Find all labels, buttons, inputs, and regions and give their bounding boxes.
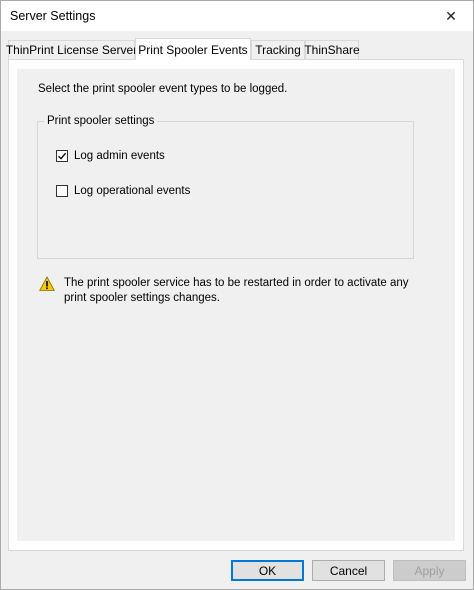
tab-tracking[interactable]: Tracking bbox=[251, 40, 305, 59]
cancel-button[interactable]: Cancel bbox=[312, 560, 385, 581]
tab-thinshare[interactable]: ThinShare bbox=[304, 40, 360, 59]
title-bar: Server Settings ✕ bbox=[1, 1, 473, 31]
log-operational-events-checkbox[interactable] bbox=[56, 185, 68, 197]
log-admin-events-row[interactable]: Log admin events bbox=[56, 150, 165, 162]
log-operational-events-row[interactable]: Log operational events bbox=[56, 185, 190, 197]
warning-text: The print spooler service has to be rest… bbox=[64, 277, 409, 304]
log-operational-events-label[interactable]: Log operational events bbox=[74, 185, 190, 197]
tab-thinprint-license-server[interactable]: ThinPrint License Server bbox=[6, 40, 137, 59]
group-title: Print spooler settings bbox=[44, 115, 158, 127]
intro-text: Select the print spooler event types to … bbox=[38, 83, 288, 95]
apply-button[interactable]: Apply bbox=[393, 560, 466, 581]
window-title: Server Settings bbox=[10, 9, 96, 23]
log-admin-events-label[interactable]: Log admin events bbox=[74, 150, 165, 162]
checkmark-icon bbox=[58, 152, 67, 160]
ok-button[interactable]: OK bbox=[231, 560, 304, 581]
tab-print-spooler-events[interactable]: Print Spooler Events bbox=[135, 38, 251, 60]
close-button[interactable]: ✕ bbox=[429, 1, 473, 31]
warning-icon bbox=[39, 276, 55, 291]
log-admin-events-checkbox[interactable] bbox=[56, 150, 68, 162]
